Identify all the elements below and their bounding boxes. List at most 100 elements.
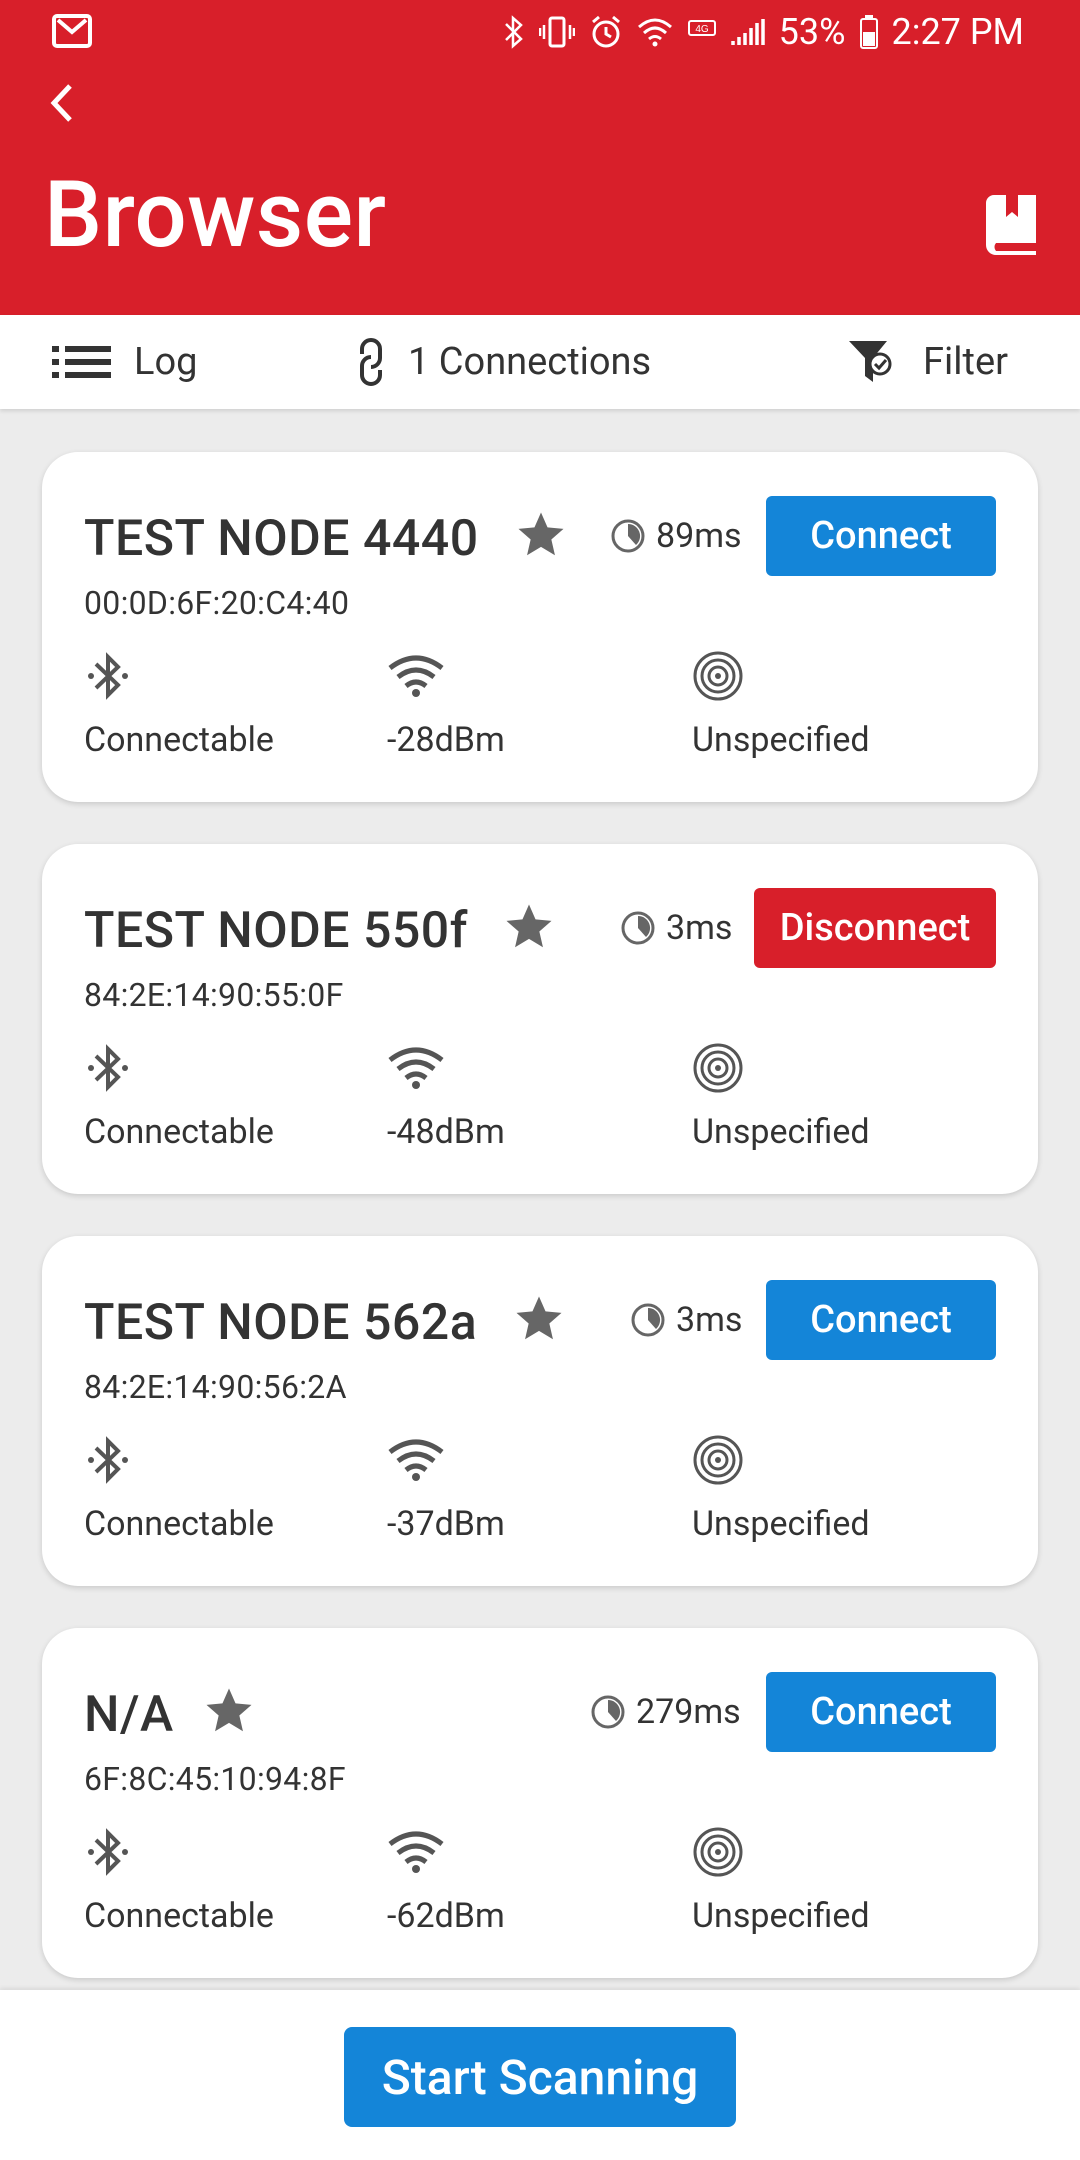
interval: 3ms <box>630 1300 742 1340</box>
device-card[interactable]: TEST NODE 550f 3ms Disconnect 84:2E:14:9… <box>42 844 1038 1194</box>
rssi-info: -62dBm <box>387 1826 505 1936</box>
status-icons: 4G 53% 2:27 PM <box>503 8 1024 56</box>
log-button[interactable]: Log <box>52 315 197 409</box>
beacon-type-label: Unspecified <box>692 1112 870 1152</box>
signal-icon <box>730 17 765 47</box>
interval-icon <box>621 911 655 945</box>
device-address: 00:0D:6F:20:C4:40 <box>84 584 350 622</box>
beacon-icon <box>693 1827 743 1877</box>
bluetooth-icon <box>88 1044 128 1092</box>
alarm-icon <box>589 15 623 49</box>
signal-strength-icon <box>388 1439 444 1481</box>
beacon-type-label: Unspecified <box>692 1896 870 1936</box>
star-icon[interactable] <box>202 1684 256 1738</box>
connectable-info: Connectable <box>84 1042 274 1152</box>
connections-button[interactable]: 1 Connections <box>356 315 651 409</box>
lte-icon: 4G <box>687 17 717 47</box>
interval-value: 279ms <box>636 1692 741 1732</box>
interval-icon <box>631 1303 665 1337</box>
list-icon <box>52 346 111 378</box>
bluetooth-icon <box>88 1436 128 1484</box>
filter-icon <box>849 341 892 382</box>
device-name: TEST NODE 4440 <box>84 510 479 568</box>
beacon-info: Unspecified <box>692 1434 870 1544</box>
device-name: TEST NODE 562a <box>84 1294 478 1352</box>
beacon-type-label: Unspecified <box>692 720 870 760</box>
interval: 3ms <box>620 908 732 948</box>
device-address: 84:2E:14:90:55:0F <box>84 976 344 1014</box>
rssi-info: -48dBm <box>387 1042 505 1152</box>
beacon-info: Unspecified <box>692 650 870 760</box>
device-list: TEST NODE 4440 89ms Connect 00:0D:6F:20:… <box>42 452 1038 2020</box>
bluetooth-icon <box>88 1828 128 1876</box>
interval-value: 3ms <box>666 908 733 948</box>
battery-icon <box>859 15 878 49</box>
start-scanning-button[interactable]: Start Scanning <box>344 2027 736 2127</box>
book-icon <box>986 195 1036 255</box>
signal-strength-icon <box>388 655 444 697</box>
vibrate-icon <box>538 15 575 49</box>
rssi-label: -28dBm <box>387 720 505 760</box>
connect-button[interactable]: Connect <box>766 1672 996 1752</box>
status-bar: 4G 53% 2:27 PM <box>0 0 1080 64</box>
device-card[interactable]: TEST NODE 4440 89ms Connect 00:0D:6F:20:… <box>42 452 1038 802</box>
filter-label: Filter <box>923 340 1008 384</box>
rssi-info: -28dBm <box>387 650 505 760</box>
interval: 89ms <box>610 516 742 556</box>
mail-icon <box>52 14 92 52</box>
connectable-label: Connectable <box>84 1504 274 1544</box>
signal-strength-icon <box>388 1831 444 1873</box>
connect-button[interactable]: Connect <box>766 496 996 576</box>
rssi-label: -62dBm <box>387 1896 505 1936</box>
toolbar: Log 1 Connections Filter <box>0 315 1080 409</box>
bluetooth-icon <box>503 15 525 49</box>
beacon-info: Unspecified <box>692 1826 870 1936</box>
interval-value: 3ms <box>676 1300 743 1340</box>
wifi-icon <box>637 17 673 47</box>
device-address: 6F:8C:45:10:94:8F <box>84 1760 346 1798</box>
bottom-bar: Start Scanning <box>0 1990 1080 2160</box>
back-button[interactable] <box>38 78 88 128</box>
star-icon[interactable] <box>514 508 568 562</box>
device-name: N/A <box>84 1686 174 1744</box>
connectable-label: Connectable <box>84 1112 274 1152</box>
connectable-info: Connectable <box>84 650 274 760</box>
rssi-label: -48dBm <box>387 1112 505 1152</box>
star-icon[interactable] <box>512 1292 566 1346</box>
battery-percent: 53% <box>778 11 846 53</box>
beacon-type-label: Unspecified <box>692 1504 870 1544</box>
connectable-info: Connectable <box>84 1826 274 1936</box>
interval-icon <box>591 1695 625 1729</box>
rssi-info: -37dBm <box>387 1434 505 1544</box>
star-icon[interactable] <box>502 900 556 954</box>
device-card[interactable]: N/A 279ms Connect 6F:8C:45:10:94:8F Conn… <box>42 1628 1038 1978</box>
connections-label: 1 Connections <box>408 340 652 384</box>
beacon-info: Unspecified <box>692 1042 870 1152</box>
interval-icon <box>611 519 645 553</box>
beacon-icon <box>693 1043 743 1093</box>
book-button[interactable] <box>984 193 1042 255</box>
signal-strength-icon <box>388 1047 444 1089</box>
link-icon <box>360 338 382 386</box>
device-card[interactable]: TEST NODE 562a 3ms Connect 84:2E:14:90:5… <box>42 1236 1038 1586</box>
device-address: 84:2E:14:90:56:2A <box>84 1368 347 1406</box>
bluetooth-icon <box>88 652 128 700</box>
filter-button[interactable]: Filter <box>847 315 1008 409</box>
clock: 2:27 PM <box>891 11 1025 53</box>
device-name: TEST NODE 550f <box>84 902 468 960</box>
interval-value: 89ms <box>656 516 742 556</box>
beacon-icon <box>693 1435 743 1485</box>
interval: 279ms <box>590 1692 741 1732</box>
connectable-label: Connectable <box>84 1896 274 1936</box>
back-arrow-icon <box>50 84 72 122</box>
connect-button[interactable]: Connect <box>766 1280 996 1360</box>
rssi-label: -37dBm <box>387 1504 505 1544</box>
connectable-info: Connectable <box>84 1434 274 1544</box>
page-title: Browser <box>44 162 387 269</box>
beacon-icon <box>693 651 743 701</box>
log-label: Log <box>134 340 198 384</box>
disconnect-button[interactable]: Disconnect <box>754 888 996 968</box>
connectable-label: Connectable <box>84 720 274 760</box>
svg-text:4G: 4G <box>695 24 709 35</box>
app-header: 4G 53% 2:27 PM Browser <box>0 0 1080 315</box>
